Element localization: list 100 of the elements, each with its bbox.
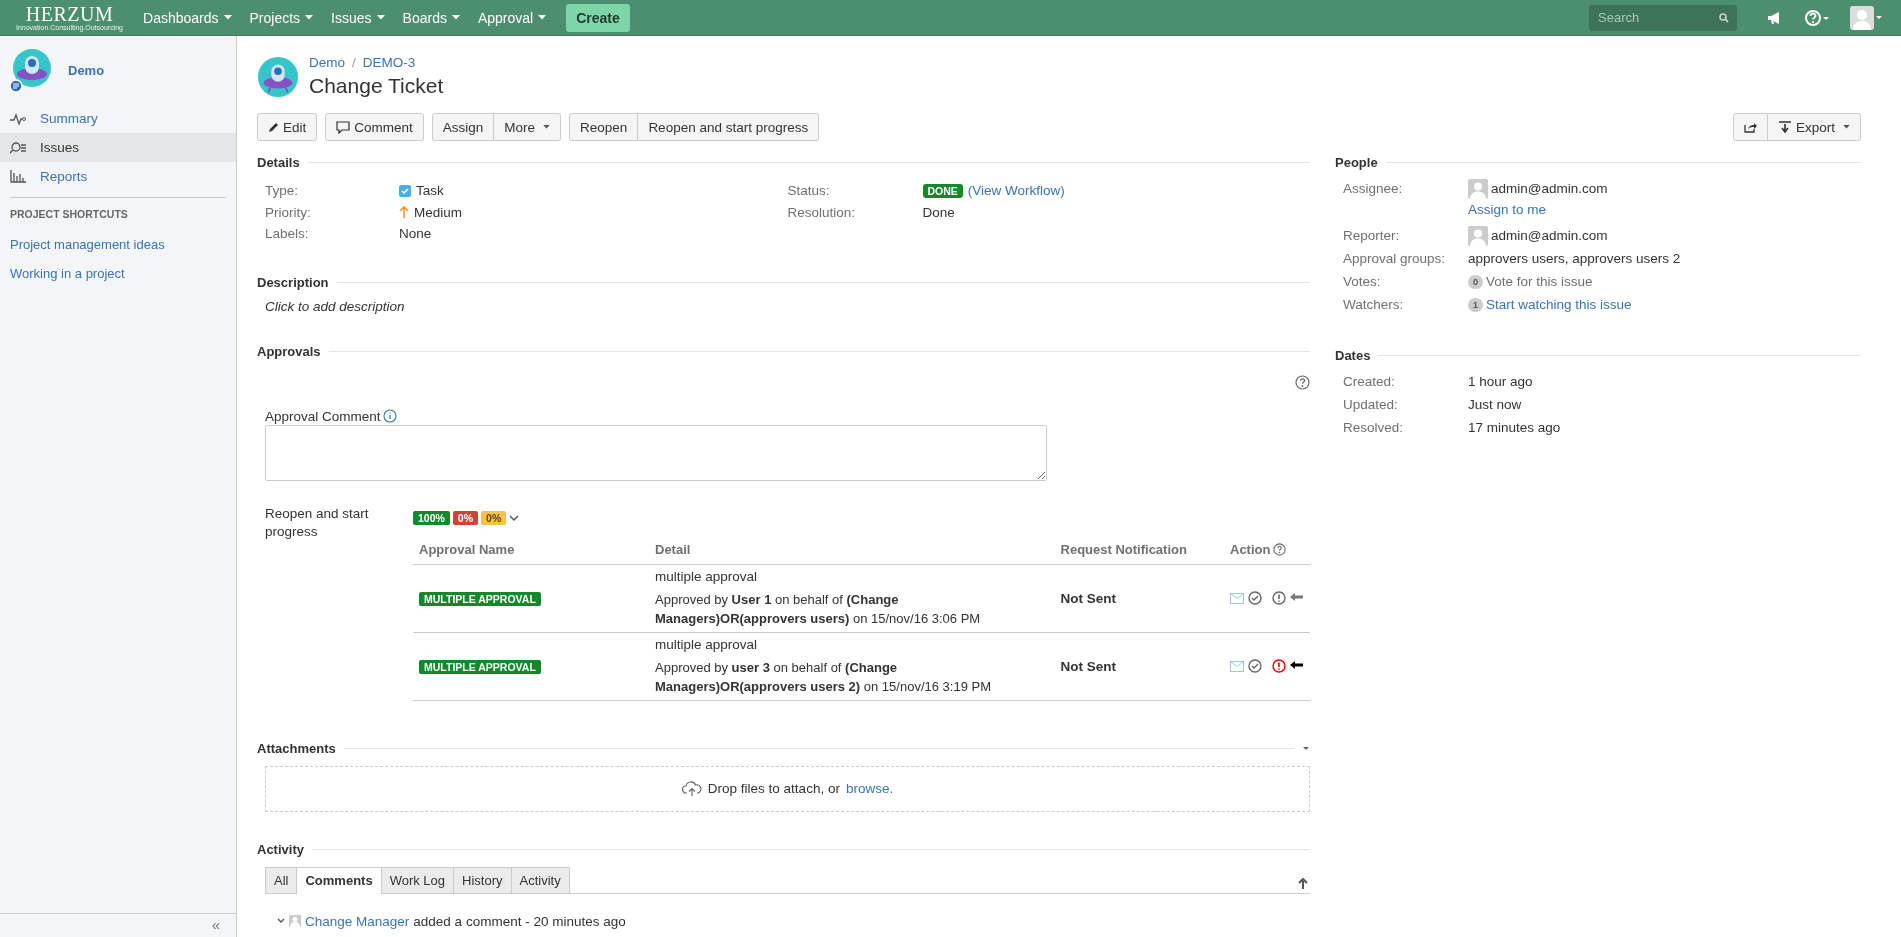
field-label: Status:: [787, 183, 831, 199]
chevron-down-icon[interactable]: [509, 513, 520, 522]
activity-tab[interactable]: Work Log: [380, 866, 455, 893]
share-button[interactable]: [1732, 113, 1768, 141]
caret-icon: [223, 15, 232, 20]
check-circle-icon[interactable]: [1248, 659, 1262, 673]
user-avatar-icon: [1468, 226, 1488, 246]
approval-title: multiple approval: [655, 568, 759, 584]
people-action-link[interactable]: Start watching this issue: [1486, 295, 1632, 315]
approval-lozenge: MULTIPLE APPROVAL: [419, 591, 541, 606]
activity-tab[interactable]: Activity: [510, 866, 570, 893]
export-button[interactable]: Export: [1767, 113, 1861, 141]
count-badge: 0: [1468, 275, 1483, 289]
toolbar-button[interactable]: Assign: [431, 113, 495, 141]
help-icon[interactable]: [1273, 542, 1287, 556]
share-icon: [1743, 121, 1757, 133]
status-lozenge: DONE: [922, 183, 963, 198]
field-value: approvers users, approvers users 2: [1468, 250, 1681, 268]
create-button[interactable]: Create: [566, 3, 630, 32]
field-label: Resolved:: [1343, 419, 1405, 437]
field-label: Resolution:: [787, 204, 857, 220]
help-icon[interactable]: [1804, 8, 1830, 27]
section-heading: Details: [257, 155, 300, 170]
view-workflow-link[interactable]: (View Workflow): [967, 183, 1065, 199]
user-avatar-icon: [289, 915, 301, 927]
help-icon[interactable]: [1295, 374, 1310, 390]
breadcrumb-link[interactable]: DEMO-3: [362, 55, 416, 70]
people-action-link[interactable]: Vote for this issue: [1486, 272, 1593, 292]
exclamation-circle-icon[interactable]: [1272, 659, 1286, 673]
column-header: Action: [1230, 541, 1271, 557]
column-header: Approval Name: [413, 534, 649, 564]
section-heading: People: [1335, 155, 1378, 170]
project-avatar-icon: [257, 55, 299, 98]
browse-link[interactable]: browse.: [845, 781, 894, 796]
percentage-badge: 0%: [452, 510, 479, 525]
percentage-badge: 0%: [481, 510, 507, 525]
approval-detail: Approved by user 3 on behalf of (Change Managers)OR(approvers users 2) on 15/nov/16 3:19 PM: [655, 658, 992, 696]
arrow-up-icon[interactable]: [1298, 877, 1308, 889]
chevron-down-icon[interactable]: [277, 918, 285, 924]
activity-tab[interactable]: Comments: [296, 866, 382, 894]
toolbar-button[interactable]: Edit: [257, 113, 318, 141]
field-label: Approval groups:: [1343, 250, 1447, 268]
toolbar-button[interactable]: More: [494, 113, 562, 141]
section-heading: PROJECT SHORTCUTS: [9, 208, 129, 220]
sidebar-item[interactable]: Issues: [0, 133, 236, 162]
field-label: Created:: [1343, 373, 1396, 391]
toolbar-button[interactable]: Reopen and start progress: [638, 113, 820, 141]
field-value: Task: [416, 183, 444, 199]
column-header: Detail: [649, 534, 1055, 564]
collapse-sidebar-button[interactable]: «: [195, 914, 236, 937]
bar-chart-icon: [10, 170, 26, 183]
sidebar-item[interactable]: Reports: [0, 162, 236, 191]
search-field[interactable]: Search: [1589, 4, 1737, 31]
field-value: None: [399, 226, 432, 242]
section-heading: Attachments: [257, 740, 336, 756]
nav-menu[interactable]: Issues: [323, 3, 393, 32]
field-label: Type:: [265, 183, 300, 199]
nav-menu[interactable]: Projects: [241, 3, 322, 32]
activity-tab[interactable]: All: [265, 866, 298, 893]
activity-tab[interactable]: History: [453, 866, 512, 893]
caret-icon[interactable]: [1302, 745, 1310, 751]
breadcrumb-link[interactable]: Demo: [309, 55, 345, 70]
date-value: 1 hour ago: [1468, 373, 1533, 391]
toolbar-button[interactable]: Comment: [325, 113, 424, 141]
comment-author-link[interactable]: Change Manager: [305, 913, 410, 929]
logo[interactable]: HERZUM: [25, 4, 114, 24]
shortcut-link[interactable]: Working in a project: [0, 259, 236, 288]
field-label: Updated:: [1343, 396, 1399, 414]
user-name: admin@admin.com: [1491, 227, 1608, 245]
description-placeholder[interactable]: Click to add description: [257, 289, 1310, 314]
user-avatar-icon[interactable]: [1850, 5, 1882, 30]
pencil-icon: [268, 121, 279, 133]
assign-to-me-link[interactable]: Assign to me: [1468, 200, 1608, 220]
info-icon: [382, 409, 397, 423]
approval-comment-field[interactable]: [265, 424, 1047, 481]
reply-arrow-icon[interactable]: [1290, 661, 1304, 671]
field-value: Done: [922, 204, 955, 220]
project-name[interactable]: Demo: [68, 62, 105, 78]
shortcut-link[interactable]: Project management ideas: [0, 230, 236, 259]
approval-title: multiple approval: [655, 636, 759, 652]
sidebar-item[interactable]: Summary: [0, 104, 236, 133]
field-label: Priority:: [265, 204, 312, 220]
date-value: Just now: [1468, 396, 1522, 414]
nav-menu[interactable]: Approval: [469, 3, 555, 32]
nav-menu[interactable]: Dashboards: [135, 3, 240, 32]
approval-lozenge: MULTIPLE APPROVAL: [419, 659, 541, 674]
attachment-drop-zone[interactable]: Drop files to attach, or browse.: [265, 765, 1310, 812]
percentage-badge: 100%: [413, 510, 450, 525]
up-arrow-icon: [399, 206, 409, 219]
exclamation-circle-icon[interactable]: [1272, 591, 1286, 605]
section-heading: Approvals: [257, 343, 321, 359]
field-label: Votes:: [1343, 273, 1382, 291]
caret-icon: [1843, 125, 1850, 129]
check-circle-icon[interactable]: [1248, 591, 1262, 605]
pulse-icon: [10, 112, 26, 125]
breadcrumb-separator: /: [352, 55, 356, 70]
comment-meta: added a comment - 20 minutes ago: [413, 913, 626, 929]
nav-menu[interactable]: Boards: [394, 3, 468, 32]
notification-status: Not Sent: [1060, 658, 1116, 674]
toolbar-button[interactable]: Reopen: [569, 113, 639, 141]
